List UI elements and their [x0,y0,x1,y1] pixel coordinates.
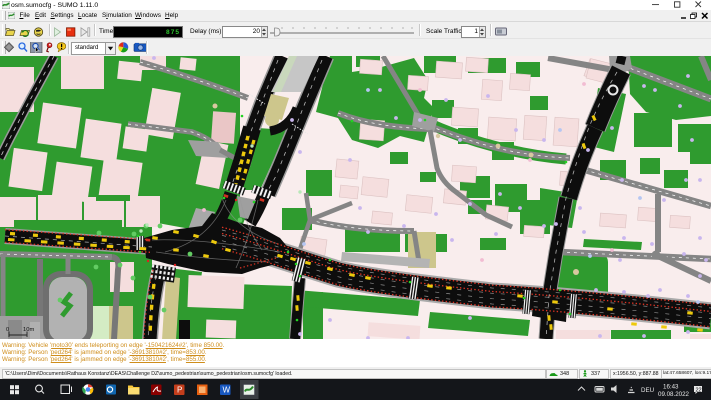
svg-text:P: P [177,386,182,395]
svg-text:0: 0 [6,327,9,333]
svg-text:W: W [223,386,231,395]
svg-text:09.08.2022: 09.08.2022 [658,391,690,398]
svg-text:16:43: 16:43 [663,384,679,391]
svg-text:22: 22 [696,388,702,394]
svg-text:DEU: DEU [641,387,654,394]
svg-text:10m: 10m [23,327,34,333]
